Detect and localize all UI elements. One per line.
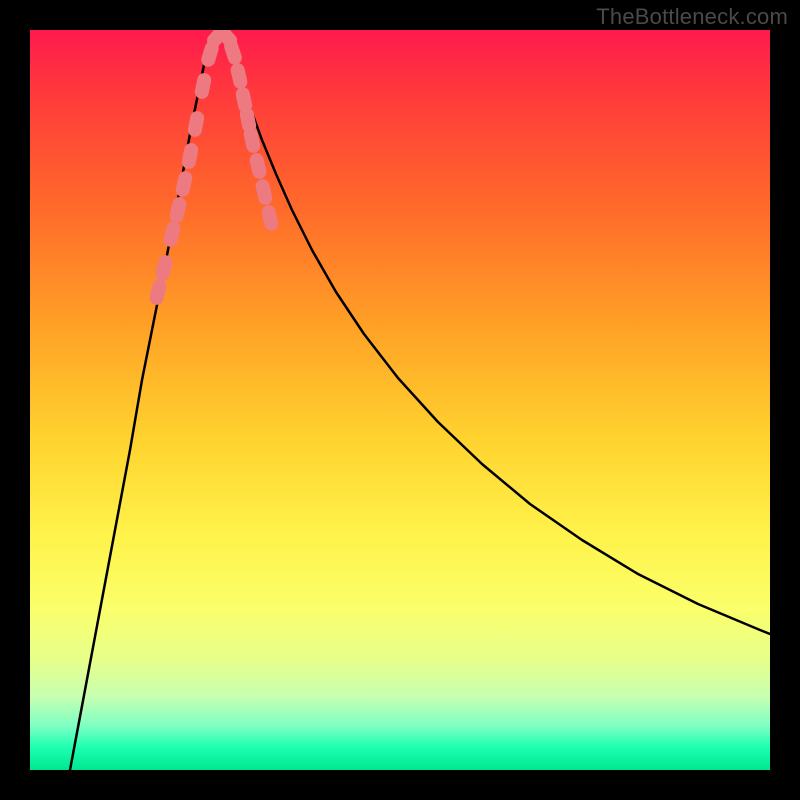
data-marker [248,152,267,180]
data-marker [187,110,206,138]
data-marker [168,196,188,225]
data-marker [154,254,174,283]
chart-frame: TheBottleneck.com [0,0,800,800]
chart-plot-area [30,30,770,770]
data-marker [181,142,200,170]
data-marker [174,170,193,198]
data-marker [229,62,248,90]
data-marker [148,278,168,307]
data-marker [194,72,213,100]
watermark-text: TheBottleneck.com [596,4,788,30]
data-marker [162,220,182,249]
chart-curve [226,34,770,634]
data-marker [254,178,273,206]
chart-svg [30,30,770,770]
data-marker [260,204,279,232]
